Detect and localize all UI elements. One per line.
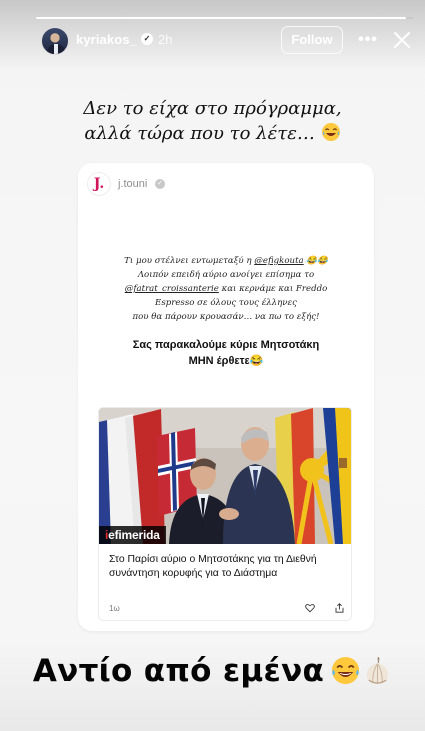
post-text-line-5: που θα πάρουν κρουασάν… να πω το εξής!: [132, 312, 320, 322]
share-icon[interactable]: [335, 603, 344, 613]
news-photo: iefimerida: [99, 408, 351, 544]
follow-button[interactable]: Follow: [281, 26, 343, 54]
news-brand-logo: iefimerida: [99, 526, 166, 544]
brand-name: efimerida: [108, 528, 160, 542]
bold-line-2: ΜΗΝ έρθετε😂: [188, 355, 264, 367]
more-options-icon[interactable]: •••: [358, 30, 378, 50]
verified-badge-icon: ✓: [141, 33, 153, 45]
footer-text-label: Αντίο από εμένα: [32, 653, 325, 689]
story-footer-text: Αντίο από εμένα: [0, 653, 425, 689]
post-text-line-3: @fatrat_croissanterie και κερνάμε και Fr…: [92, 282, 360, 296]
reshared-post-avatar[interactable]: J.: [87, 172, 111, 196]
news-timestamp: 1ω: [109, 604, 120, 613]
profile-username[interactable]: kyriakos_: [76, 32, 137, 47]
story-caption: Δεν το είχα στο πρόγραμμα, αλλά τώρα που…: [60, 96, 365, 146]
post-text-line-1: Τι μου στέλνει εντωμεταξύ η @efigkouta 😂…: [92, 254, 360, 268]
reshared-post-text: Τι μου στέλνει εντωμεταξύ η @efigkouta 😂…: [92, 254, 360, 324]
story-progress-bar: [36, 17, 414, 19]
close-icon[interactable]: [392, 30, 412, 50]
caption-line-1: Δεν το είχα στο πρόγραμμα,: [83, 98, 342, 119]
profile-avatar[interactable]: [41, 27, 69, 55]
laughing-emoji-icon: [332, 656, 360, 685]
heart-icon[interactable]: [305, 603, 315, 613]
story-frame: kyriakos_ ✓ 2h Follow ••• Δεν το είχα στ…: [0, 0, 425, 731]
avatar-shirt: [54, 44, 58, 54]
post-text-segment: και κερνάμε και Freddo: [218, 284, 328, 294]
caption-line-2: αλλά τώρα που το λέτε…: [60, 121, 365, 146]
news-headline[interactable]: Στο Παρίσι αύριο ο Μητσοτάκης για τη Διε…: [109, 553, 347, 581]
news-photo-image: [99, 408, 351, 544]
bold-line-1: Σας παρακαλούμε κύριε Μητσοτάκη: [132, 339, 320, 351]
reshared-post-username[interactable]: j.touni: [118, 178, 147, 190]
garlic-emoji-icon: [366, 656, 389, 685]
post-text-line-2: Λοιπόν επειδή αύριο ανοίγει επίσημα το: [137, 270, 315, 280]
post-text-line-4: Espresso σε όλους τους έλληνες: [155, 298, 297, 308]
post-text-segment: Τι μου στέλνει εντωμεταξύ η: [124, 256, 255, 266]
reshared-post-card[interactable]: J. j.touni ✓ Τι μου στέλνει εντωμεταξύ η…: [78, 163, 374, 631]
laughing-emoji-icon: [321, 123, 340, 141]
reshared-post-bold-text: Σας παρακαλούμε κύριε Μητσοτάκη ΜΗΝ έρθε…: [92, 337, 360, 369]
story-timestamp: 2h: [158, 32, 173, 47]
news-article-card[interactable]: iefimerida Στο Παρίσι αύριο ο Μητσοτάκης…: [99, 408, 351, 620]
mention-efigkouta[interactable]: @efigkouta: [254, 256, 303, 266]
story-progress-fill: [36, 17, 407, 19]
caption-line-2-text: αλλά τώρα που το λέτε…: [84, 123, 315, 144]
reshared-verified-icon: ✓: [155, 179, 165, 189]
mention-fatrat-croissanterie[interactable]: @fatrat_croissanterie: [125, 284, 219, 294]
post-text-emoji: 😂😂: [303, 256, 328, 266]
